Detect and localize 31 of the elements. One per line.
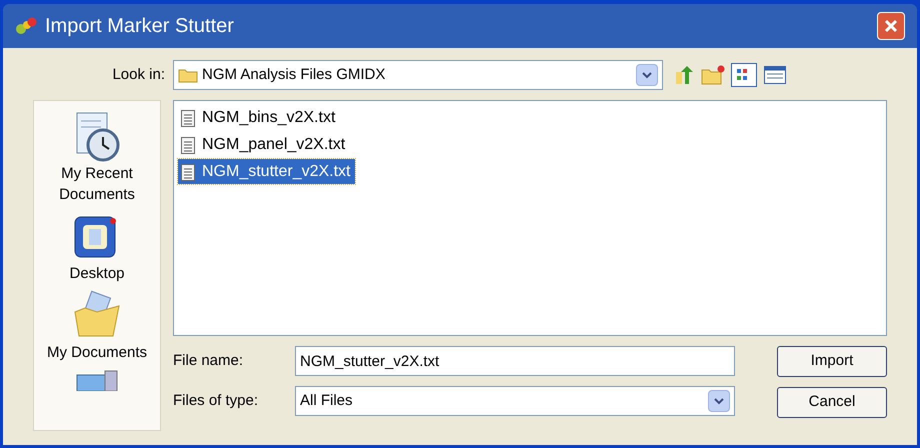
- file-name-field[interactable]: NGM_stutter_v2X.txt: [295, 346, 735, 376]
- caret-icon: [642, 72, 652, 78]
- caret-icon: [714, 398, 724, 404]
- new-folder-icon[interactable]: [701, 64, 725, 86]
- app-icon: [15, 16, 37, 36]
- up-folder-icon[interactable]: [673, 64, 695, 86]
- details-view-icon[interactable]: [763, 64, 787, 86]
- text-file-icon: [180, 134, 196, 154]
- look-in-value: NGM Analysis Files GMIDX: [202, 64, 386, 85]
- window-title: Import Marker Stutter: [45, 14, 235, 39]
- close-icon: [884, 19, 898, 33]
- folder-icon: [178, 67, 198, 83]
- file-type-dropdown[interactable]: All Files: [295, 386, 735, 416]
- file-name-label: File name:: [173, 350, 244, 371]
- text-file-icon: [180, 162, 196, 182]
- place-item[interactable]: Desktop: [65, 263, 129, 284]
- place-item[interactable]: My Recent Documents: [34, 163, 160, 205]
- list-view-icon[interactable]: [731, 63, 757, 87]
- text-file-icon: [180, 108, 196, 128]
- dropdown-button[interactable]: [708, 390, 730, 412]
- place-item[interactable]: My Documents: [42, 342, 152, 363]
- look-in-label: Look in:: [111, 64, 166, 85]
- file-item[interactable]: NGM_bins_v2X.txt: [178, 105, 340, 130]
- file-item[interactable]: NGM_stutter_v2X.txt: [178, 159, 354, 184]
- dialog-button[interactable]: Cancel: [777, 387, 887, 418]
- close-button[interactable]: [877, 12, 905, 40]
- dialog-button[interactable]: Import: [777, 346, 887, 377]
- file-item[interactable]: NGM_panel_v2X.txt: [178, 132, 350, 157]
- look-in-dropdown[interactable]: NGM Analysis Files GMIDX: [173, 60, 663, 90]
- file-type-label: Files of type:: [173, 390, 260, 411]
- dropdown-button[interactable]: [636, 64, 658, 86]
